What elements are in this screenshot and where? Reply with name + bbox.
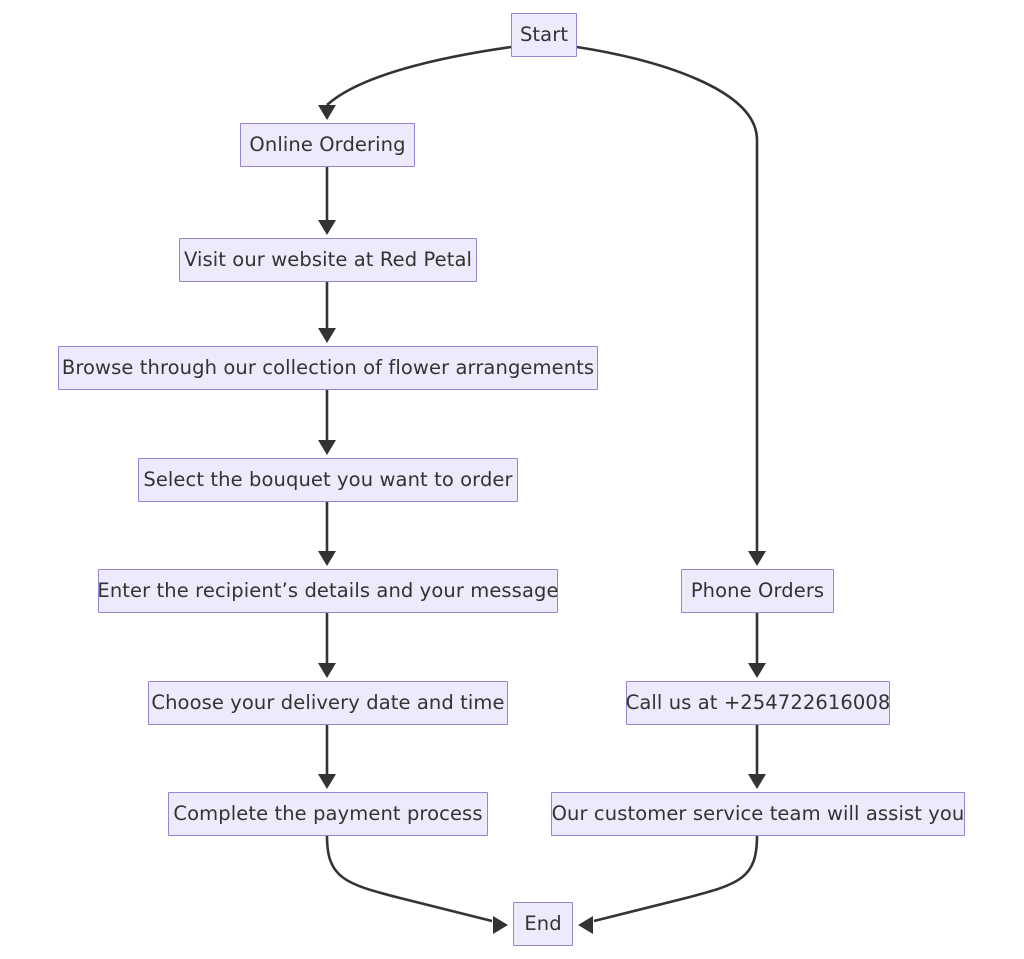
node-label-select: Select the bouquet you want to order [143,468,513,492]
node-phone[interactable]: Phone Orders [681,569,834,613]
arrowhead-browse-to-select [318,440,336,455]
node-label-start: Start [519,23,569,47]
arrowhead-delivery-to-payment [318,774,336,789]
arrowhead-phone-to-call [748,663,766,678]
arrowhead-select-to-recipient [318,551,336,566]
edge-start-to-online [326,45,512,106]
node-browse[interactable]: Browse through our collection of flower … [58,346,598,390]
node-label-call: Call us at +254722616008 [625,691,891,715]
node-online[interactable]: Online Ordering [240,123,415,167]
node-call[interactable]: Call us at +254722616008 [626,681,890,725]
node-label-delivery: Choose your delivery date and time [151,691,505,715]
node-recipient[interactable]: Enter the recipient’s details and your m… [97,569,558,613]
node-label-end: End [524,912,562,936]
node-label-online: Online Ordering [249,133,406,157]
node-label-service: Our customer service team will assist yo… [551,802,965,826]
node-label-phone: Phone Orders [690,579,825,603]
node-delivery[interactable]: Choose your delivery date and time [148,681,508,725]
node-service[interactable]: Our customer service team will assist yo… [551,792,965,836]
node-label-website: Visit our website at Red Petal [183,248,473,272]
arrowhead-start-to-phone [748,551,766,566]
arrowhead-service-to-end [578,916,593,934]
arrowhead-payment-to-end [493,916,508,934]
edge-service-to-end [593,835,759,923]
flowchart-canvas: Start Online Ordering Visit our website at… [0,0,1024,959]
edge-start-to-phone [576,45,759,551]
arrowhead-recipient-to-delivery [318,663,336,678]
node-label-browse: Browse through our collection of flower … [61,356,595,380]
node-start[interactable]: Start [511,13,577,57]
arrowhead-call-to-service [748,774,766,789]
node-label-recipient: Enter the recipient’s details and your m… [97,579,559,603]
node-select[interactable]: Select the bouquet you want to order [138,458,518,502]
arrowhead-online-to-website [318,220,336,235]
node-website[interactable]: Visit our website at Red Petal [179,238,477,282]
node-label-payment: Complete the payment process [173,802,483,826]
arrowhead-start-to-online [318,105,336,120]
arrowhead-website-to-browse [318,328,336,343]
node-end[interactable]: End [513,902,573,946]
node-payment[interactable]: Complete the payment process [168,792,488,836]
edge-payment-to-end [325,835,493,923]
